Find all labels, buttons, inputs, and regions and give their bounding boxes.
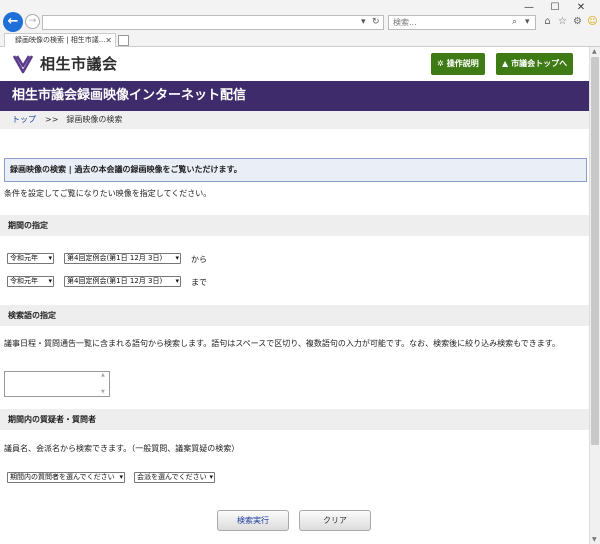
forward-arrow-icon[interactable]: →: [25, 14, 40, 29]
title-bar: 相生市議会録画映像インターネット配信: [0, 81, 589, 111]
page-scrollbar[interactable]: ▲ ▼: [589, 47, 600, 544]
chart-icon: ▲: [502, 59, 509, 68]
keyword-description: 議事日程・質問通告一覧に含まれる語句から検索します。語句はスペースで区切り、複数…: [4, 339, 560, 348]
period-from-suffix: から: [191, 255, 207, 264]
dropdown-icon[interactable]: ▾: [361, 17, 366, 27]
minimize-icon[interactable]: —: [516, 1, 542, 15]
smiley-feedback-icon[interactable]: ☺: [587, 15, 598, 28]
browser-toolbar-icons: ⌂ ☆ ⚙ ☺: [542, 15, 598, 28]
period-section-heading: 期間の指定: [0, 215, 589, 236]
browser-search-box[interactable]: ⌕ ▾: [388, 15, 536, 30]
period-to-suffix: まで: [191, 278, 207, 287]
period-to-era-value: 令和元年: [10, 277, 38, 285]
refresh-icon[interactable]: ↻: [372, 17, 380, 27]
keyword-textarea[interactable]: [4, 371, 110, 397]
clear-button[interactable]: クリア: [299, 510, 371, 531]
back-arrow-icon[interactable]: ←: [3, 12, 23, 32]
browser-tab[interactable]: 録画映像の検索 | 相生市議... ✕: [4, 33, 116, 47]
scroll-up-icon: ▲: [101, 372, 105, 378]
notice-banner: 録画映像の検索 | 過去の本会議の録画映像をご覧いただけます。: [4, 158, 587, 182]
breadcrumb: トップ >> 録画映像の検索: [0, 111, 589, 129]
new-tab-icon[interactable]: [118, 35, 129, 46]
chevron-down-icon: ▾: [209, 473, 213, 481]
chevron-down-icon: ▾: [175, 277, 179, 285]
site-header: 相生市議会 ✲ 操作説明 ▲ 市議会トップへ: [0, 47, 589, 81]
questioner-description: 議員名、会派名から検索できます。（一般質問、議案質疑の検索）: [4, 444, 240, 453]
period-to-session-select[interactable]: 第4回定例会(第1日 12月 3日) ▾: [64, 276, 181, 287]
site-name: 相生市議会: [40, 55, 118, 73]
questioner-member-select[interactable]: 期間内の質問者を選んでください ▾: [7, 472, 125, 483]
chevron-down-icon: ▾: [175, 254, 179, 262]
page-content: 相生市議会 ✲ 操作説明 ▲ 市議会トップへ 相生市議会録画映像インターネット配信 …: [0, 47, 589, 544]
breadcrumb-home-link[interactable]: トップ: [12, 115, 36, 124]
maximize-icon[interactable]: ☐: [542, 1, 568, 15]
tab-close-icon[interactable]: ✕: [105, 34, 112, 47]
chevron-down-icon: ▾: [48, 277, 52, 285]
period-from-era-select[interactable]: 令和元年 ▾: [7, 253, 54, 264]
period-from-session-value: 第4回定例会(第1日 12月 3日): [67, 254, 163, 262]
browser-search-input[interactable]: [389, 16, 499, 29]
settings-gear-icon[interactable]: ⚙: [572, 15, 583, 28]
breadcrumb-current: 録画映像の検索: [66, 115, 123, 124]
council-top-button[interactable]: ▲ 市議会トップへ: [496, 53, 574, 75]
chevron-down-icon: ▾: [119, 473, 123, 481]
page-title: 相生市議会録画映像インターネット配信: [12, 88, 247, 103]
period-from-session-select[interactable]: 第4回定例会(第1日 12月 3日) ▾: [64, 253, 181, 264]
search-button[interactable]: 検索実行: [217, 510, 289, 531]
keyword-section-heading: 検索語の指定: [0, 305, 589, 326]
close-icon[interactable]: ✕: [568, 1, 594, 15]
period-from-era-value: 令和元年: [10, 254, 38, 262]
council-top-button-label: 市議会トップへ: [511, 59, 568, 68]
gear-icon: ✲: [437, 59, 444, 68]
questioner-member-value: 期間内の質問者を選んでください: [10, 473, 115, 481]
scrollbar-thumb[interactable]: [591, 57, 599, 445]
favorites-star-icon[interactable]: ☆: [557, 15, 568, 28]
search-icon[interactable]: ⌕: [512, 17, 517, 27]
tab-bar: 録画映像の検索 | 相生市議... ✕: [0, 32, 600, 47]
period-to-session-value: 第4回定例会(第1日 12月 3日): [67, 277, 163, 285]
browser-chrome: — ☐ ✕ ← → ▾ ↻ ⌕ ▾ ⌂ ☆ ⚙ ☺ 録画映像の検索 | 相生市議…: [0, 0, 600, 47]
breadcrumb-separator: >>: [45, 115, 59, 124]
scroll-down-icon[interactable]: ▼: [592, 536, 597, 543]
address-bar[interactable]: ▾ ↻: [42, 15, 384, 30]
intro-text: 条件を設定してご覧になりたい映像を指定してください。: [4, 189, 212, 198]
period-to-era-select[interactable]: 令和元年 ▾: [7, 276, 54, 287]
site-logo[interactable]: 相生市議会: [12, 53, 118, 74]
scroll-up-icon[interactable]: ▲: [592, 48, 597, 55]
city-emblem-icon: [12, 54, 34, 73]
questioner-section-heading: 期間内の質疑者・質問者: [0, 409, 589, 430]
questioner-faction-select[interactable]: 会派を選んでください ▾: [134, 472, 215, 483]
scroll-down-icon: ▼: [101, 389, 105, 395]
guide-button[interactable]: ✲ 操作説明: [431, 53, 485, 75]
tab-title: 録画映像の検索 | 相生市議...: [15, 36, 106, 44]
chevron-down-icon: ▾: [48, 254, 52, 262]
questioner-faction-value: 会派を選んでください: [137, 473, 207, 481]
dropdown-icon[interactable]: ▾: [525, 17, 530, 27]
guide-button-label: 操作説明: [446, 59, 479, 68]
home-icon[interactable]: ⌂: [542, 15, 553, 28]
window-controls: — ☐ ✕: [516, 1, 594, 15]
